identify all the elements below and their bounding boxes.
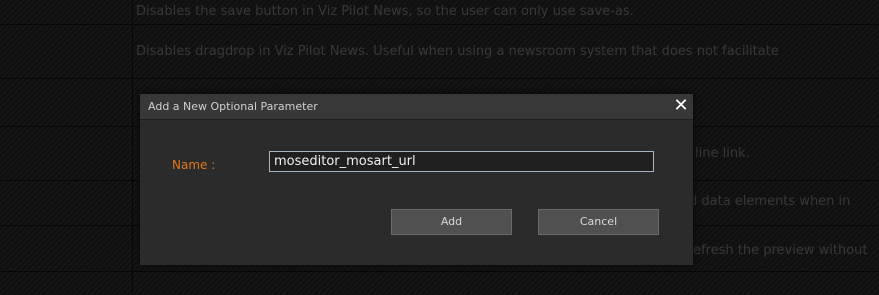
name-input[interactable] [269,151,654,172]
cancel-button[interactable]: Cancel [538,209,659,235]
close-icon[interactable]: ✕ [671,96,691,116]
name-label: Name : [172,158,216,172]
dialog-titlebar[interactable]: Add a New Optional Parameter ✕ [140,94,693,120]
add-parameter-dialog: Add a New Optional Parameter ✕ Name : Ad… [140,94,693,265]
dialog-title: Add a New Optional Parameter [148,100,318,113]
add-button[interactable]: Add [391,209,512,235]
parameters-window: Disables the save button in Viz Pilot Ne… [0,0,879,295]
